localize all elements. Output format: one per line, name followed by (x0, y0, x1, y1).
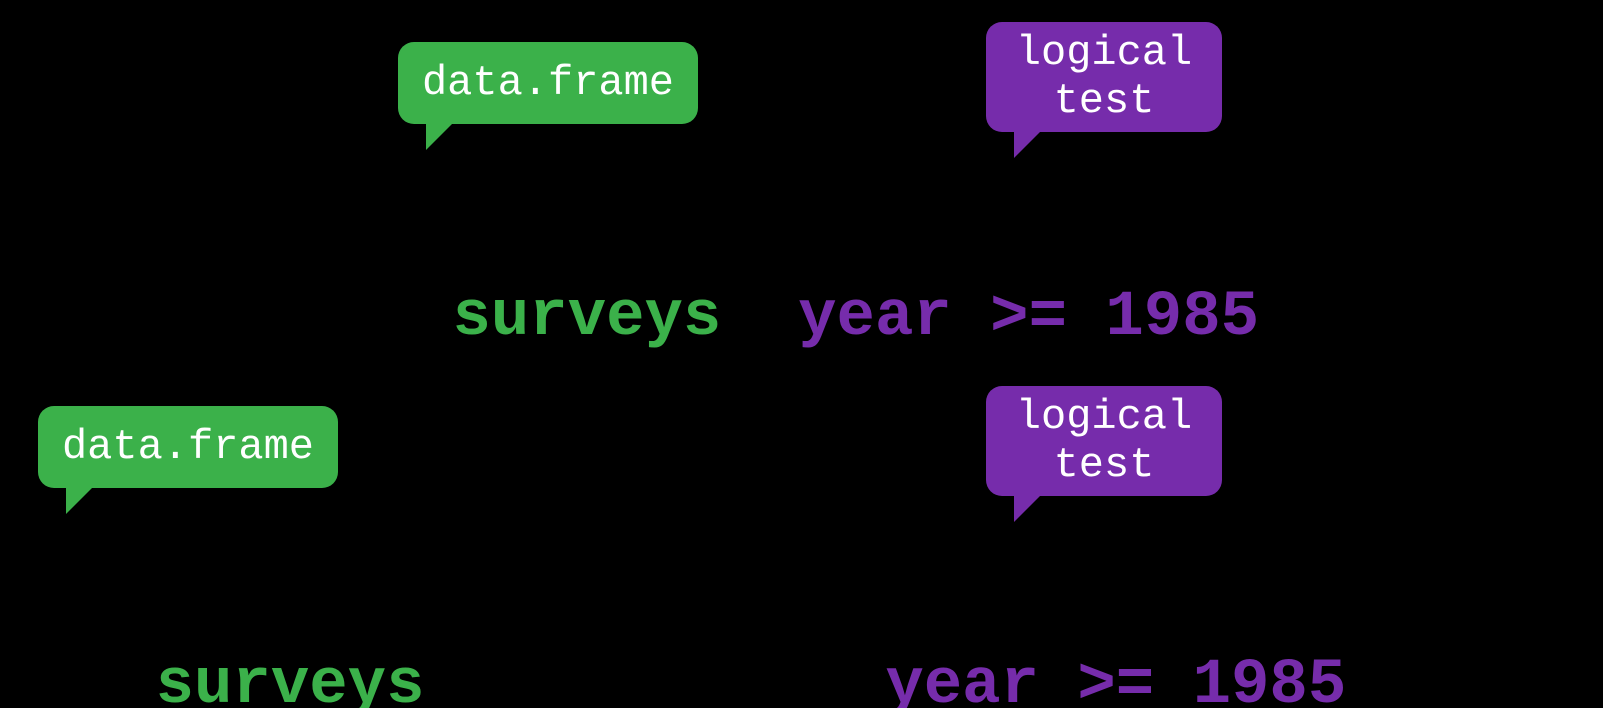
tok-dataframe-pipe: surveys (156, 650, 425, 708)
tok-condition: year >= 1985 (885, 650, 1346, 708)
tok-condition: year >= 1985 (798, 282, 1259, 354)
tok-pipe-filter: %>% filter( (424, 650, 885, 708)
speech-bubble-logical-test-2: logical test (986, 386, 1222, 496)
tok-comma: , (721, 282, 798, 354)
speech-bubble-dataframe-1: data.frame (398, 42, 698, 124)
bubble-label: logical test (1016, 393, 1192, 490)
tok-close-paren: ) (1259, 282, 1297, 354)
bubble-label: data.frame (422, 59, 674, 107)
diagram-stage: data.frame logical test filter(surveys, … (0, 0, 1603, 708)
tok-dataframe-arg: surveys (452, 282, 721, 354)
bubble-label: logical test (1016, 29, 1192, 126)
tok-filter-open: filter( (184, 282, 453, 354)
bubble-label: data.frame (62, 423, 314, 471)
tok-close-paren: ) (1346, 650, 1384, 708)
speech-bubble-dataframe-2: data.frame (38, 406, 338, 488)
code-line-pipe-filter: surveys %>% filter(year >= 1985) (2, 590, 1385, 708)
speech-bubble-logical-test-1: logical test (986, 22, 1222, 132)
